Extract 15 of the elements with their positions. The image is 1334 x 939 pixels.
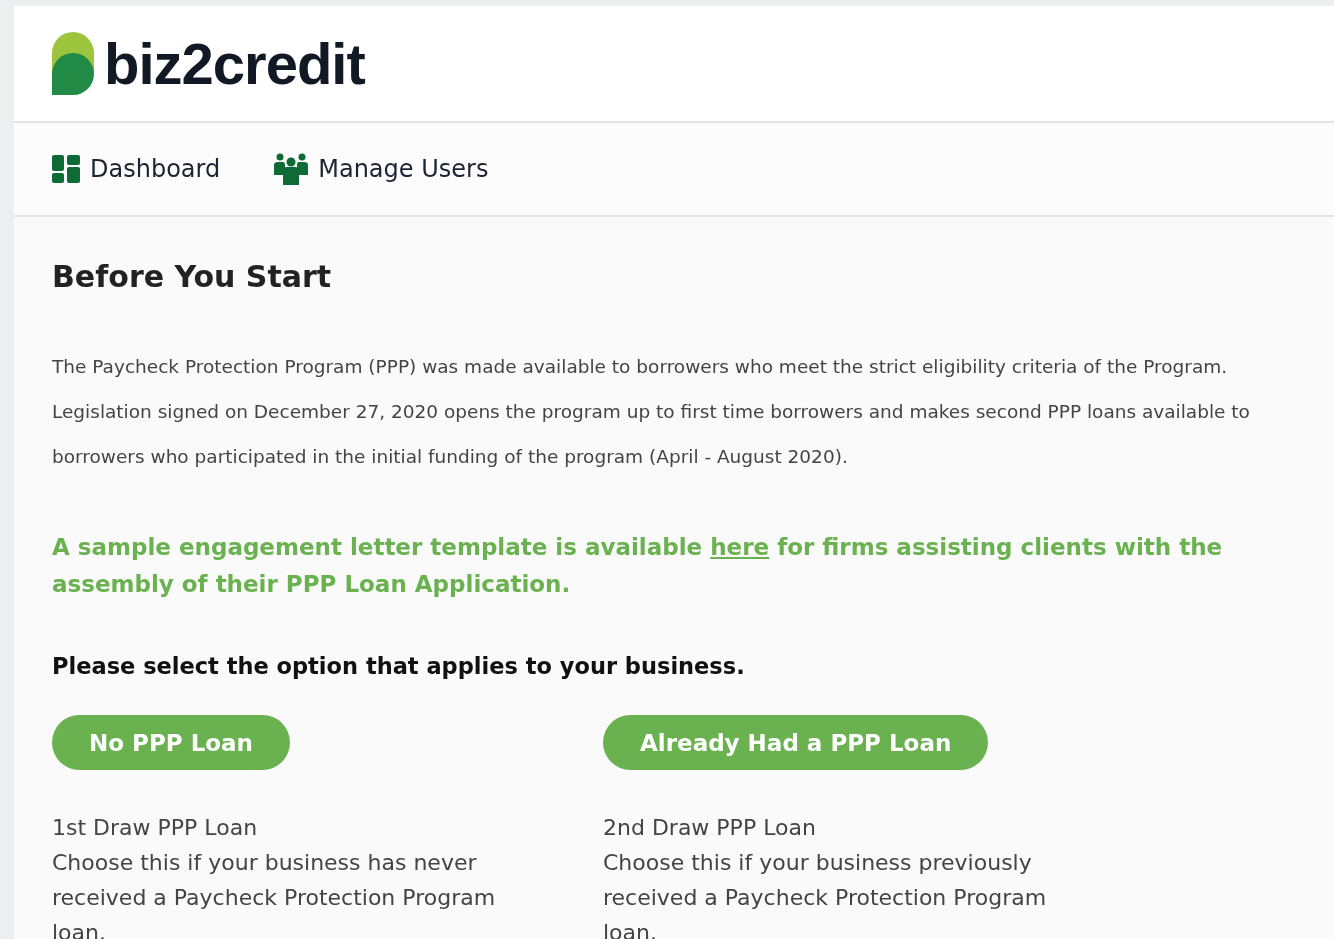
- prompt-text: Please select the option that applies to your business.: [52, 653, 746, 679]
- option-title: 2nd Draw PPP Loan: [603, 814, 817, 842]
- users-icon: [274, 153, 309, 185]
- nav-link[interactable]: Manage Users: [274, 153, 489, 185]
- logo-text: biz2credit: [104, 30, 365, 97]
- dashboard-icon: [52, 155, 80, 183]
- intro-paragraph: The Paycheck Protection Program (PPP) was made available to borrowers who meet the strict eligibility criteria of the Program. Legislation signed on December 27, 2020 opens the program up to first time borrowers and makes second PPP loans available to borrowers who participated in the initial funding of the program (April - August 2020).: [52, 355, 1251, 469]
- option-button[interactable]: No PPP Loan: [52, 715, 290, 770]
- page-heading: Before You Start: [52, 259, 333, 294]
- option-button[interactable]: Already Had a PPP Loan: [603, 715, 989, 770]
- template-link[interactable]: here: [710, 534, 770, 560]
- logo-icon: [52, 32, 94, 95]
- option-title: 1st Draw PPP Loan: [52, 814, 259, 842]
- nav-link[interactable]: Dashboard: [52, 155, 221, 183]
- notice-text: A sample engagement letter template is available here for firms assisting clients with the assembly of their PPP Loan Application.: [52, 533, 1224, 599]
